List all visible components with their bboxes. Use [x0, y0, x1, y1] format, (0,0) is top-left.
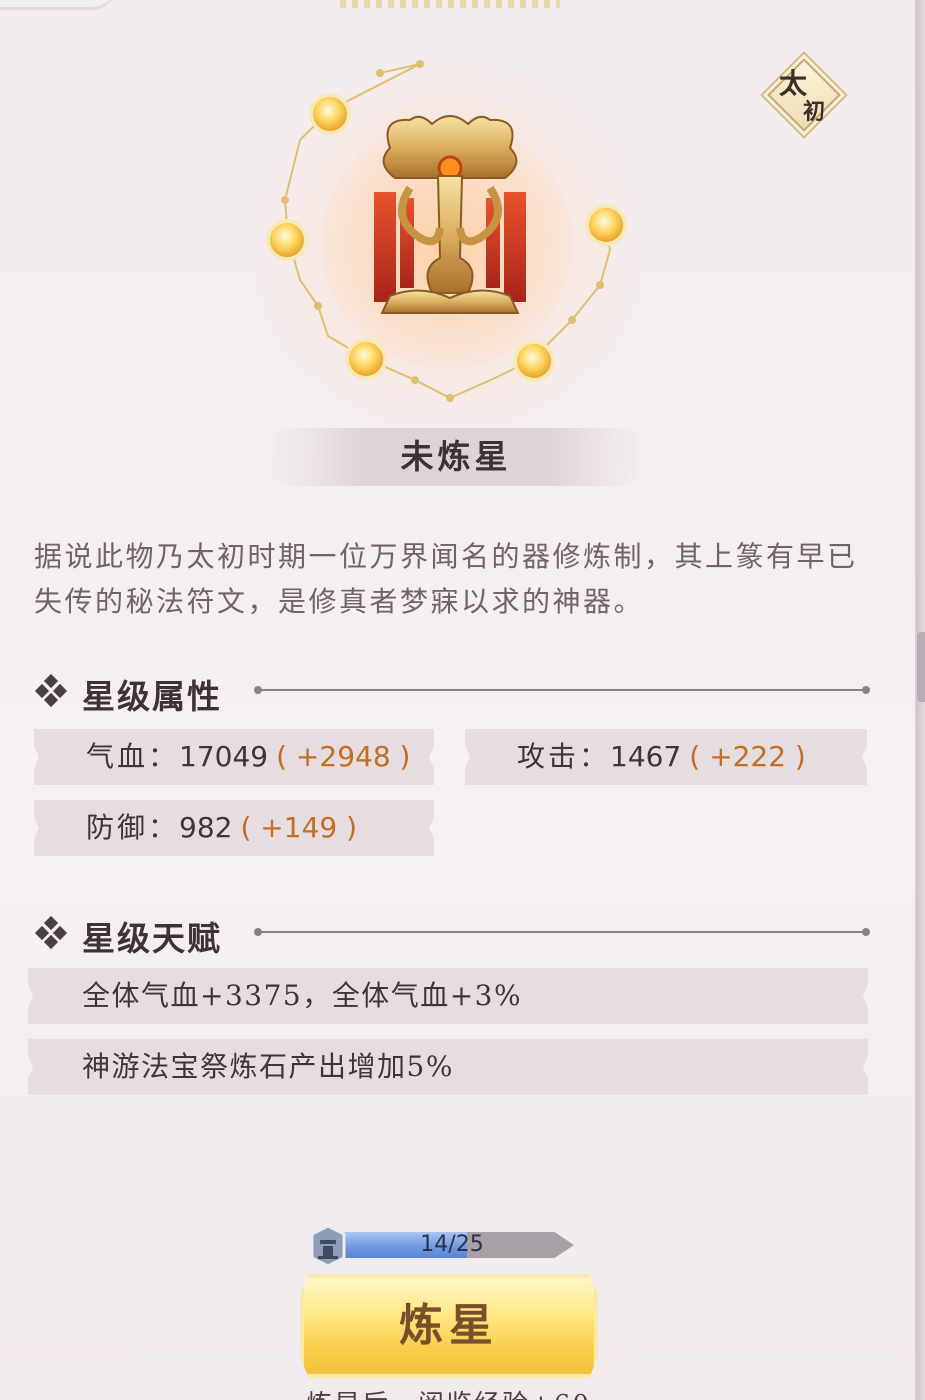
star-orb [345, 338, 387, 380]
side-scroll-handle[interactable] [917, 632, 925, 702]
star-orb [513, 340, 555, 382]
refine-star-label: 炼星 [399, 1300, 499, 1351]
stat-value: 1467 [610, 740, 682, 773]
diamond-cluster-icon [34, 916, 68, 950]
stat-value: 982 [179, 811, 233, 844]
stat-bonus: ( +149 ) [240, 811, 358, 844]
stat-label: 气血： [86, 740, 180, 773]
stat-label: 攻击： [517, 740, 611, 773]
section-divider [254, 928, 870, 936]
stat-defense: 防御：982( +149 ) [34, 800, 434, 856]
section-divider [254, 686, 870, 694]
stat-attack: 攻击：1467( +222 ) [465, 729, 867, 785]
artifact-description: 据说此物乃太初时期一位万界闻名的器修炼制，其上篆有早已失传的秘法符文，是修真者梦… [34, 540, 858, 618]
grade-badge: 太 初 [765, 56, 843, 134]
diamond-cluster-icon [34, 674, 68, 708]
section-label: 星级天赋 [82, 919, 222, 958]
artifact-icon [374, 115, 526, 314]
refine-star-button[interactable]: 炼星 [300, 1274, 598, 1378]
stat-bonus: ( +222 ) [689, 740, 806, 773]
refine-reward-note: 炼星后，阅览经验+60 [306, 1384, 626, 1400]
section-label: 星级属性 [82, 677, 222, 716]
star-orb [585, 204, 627, 246]
talent-item: 全体气血+3375，全体气血+3% [28, 968, 868, 1024]
section-star-talents: 星级天赋 [34, 912, 870, 958]
star-title-bar: 未炼星 [272, 428, 640, 486]
progress-text: 14/25 [420, 1232, 484, 1257]
stat-label: 防御： [86, 811, 180, 844]
stat-bonus: ( +2948 ) [276, 740, 411, 773]
refine-progress: 14/25 [306, 1224, 578, 1268]
stat-value: 17049 [179, 740, 269, 773]
star-orb [266, 219, 308, 261]
section-star-attributes: 星级属性 [34, 670, 870, 716]
grade-char-2: 初 [803, 99, 826, 125]
star-title: 未炼星 [400, 437, 512, 476]
talent-item: 神游法宝祭炼石产出增加5% [28, 1039, 868, 1095]
stat-hp: 气血：17049( +2948 ) [34, 729, 434, 785]
refine-stone-icon [310, 1224, 346, 1268]
star-orb [309, 93, 351, 135]
